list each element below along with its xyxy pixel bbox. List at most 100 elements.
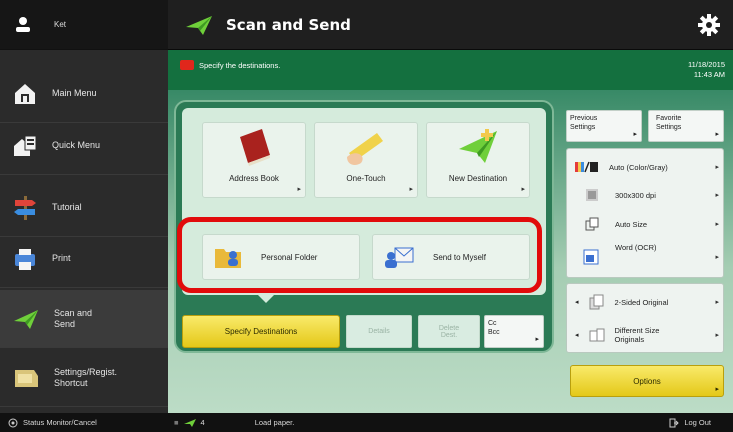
color-setting[interactable]: Auto (Color/Gray) ▸ [567, 153, 723, 181]
sidebar-item-label: Settings/Regist. Shortcut [54, 366, 118, 388]
scan-send-icon [183, 418, 197, 428]
cc-bcc-label: Cc Bcc [488, 320, 500, 336]
scan-settings-box: Auto (Color/Gray) ▸ 300x300 dpi ▸ Auto S… [566, 148, 724, 278]
job-count: 4 [200, 418, 205, 427]
details-label: Details [368, 328, 390, 335]
address-book-icon [232, 127, 276, 167]
status-monitor-label: Status Monitor/Cancel [23, 418, 97, 427]
date: 11/18/2015 [688, 60, 725, 69]
expand-arrow-icon: ▸ [715, 332, 719, 339]
size-label: Auto Size [615, 219, 648, 229]
sidebar-item-quick-menu[interactable]: Quick Menu [0, 117, 168, 175]
resolution-setting[interactable]: 300x300 dpi ▸ [567, 181, 723, 209]
sidebar-item-label: Tutorial [52, 202, 82, 212]
previous-settings-button[interactable]: Previous Settings ▸ [566, 110, 642, 142]
user-row[interactable]: Ket [0, 0, 168, 50]
new-destination-label: New Destination [448, 174, 508, 183]
sidebar: Ket Main Menu Quick Menu Tutorial Print [0, 0, 168, 413]
expand-arrow-icon: ▸ [633, 131, 637, 138]
expand-arrow-icon: ▸ [535, 336, 539, 343]
size-icon [585, 217, 599, 231]
user-name: Ket [54, 20, 67, 29]
log-out-button[interactable]: Log Out [669, 418, 711, 428]
instruction-message: Specify the destinations. [199, 60, 281, 70]
panel-pointer [258, 295, 274, 303]
status-bar: Status Monitor/Cancel ■ 4 Load paper. Lo… [0, 413, 733, 432]
app-header: Scan and Send [168, 0, 733, 50]
status-message: Load paper. [254, 418, 295, 427]
resolution-icon [585, 188, 599, 202]
job-indicator: ■ 4 [174, 418, 205, 428]
job-bullet-icon: ■ [174, 418, 179, 427]
log-out-label: Log Out [684, 418, 711, 427]
expand-arrow-icon: ▸ [715, 299, 719, 306]
home-icon [12, 81, 38, 107]
different-size-label: Different Size Originals [614, 326, 660, 344]
sidebar-item-main-menu[interactable]: Main Menu [0, 65, 168, 123]
size-setting[interactable]: Auto Size ▸ [567, 211, 723, 237]
signpost-icon [12, 194, 38, 222]
sidebar-item-label: Quick Menu [52, 140, 101, 150]
original-settings-box: ◂ 2-Sided Original ▸ ◂ Different Size Or… [566, 283, 724, 353]
highlight-frame [177, 217, 542, 293]
scan-send-icon [12, 307, 40, 331]
expand-arrow-icon: ▸ [715, 254, 719, 261]
one-touch-button[interactable]: One-Touch ▸ [314, 122, 418, 198]
color-label: Auto (Color/Gray) [609, 162, 668, 172]
delete-destination-button[interactable]: Delete Dest. [418, 315, 480, 348]
expand-arrow-icon: ▸ [715, 221, 719, 228]
new-destination-icon [455, 127, 501, 167]
specify-destinations-button[interactable]: Specify Destinations [182, 315, 340, 348]
details-button[interactable]: Details [346, 315, 412, 348]
sidebar-item-label: Scan and Send [54, 307, 93, 329]
gear-icon[interactable] [697, 13, 721, 37]
expand-arrow-icon: ▸ [715, 131, 719, 138]
favorite-settings-label: Favorite Settings [656, 115, 682, 131]
sidebar-item-scan-and-send[interactable]: Scan and Send [0, 290, 168, 348]
delete-destination-label: Delete Dest. [438, 324, 460, 339]
one-touch-label: One-Touch [346, 174, 386, 183]
page-title: Scan and Send [226, 15, 351, 34]
sidebar-item-label: Main Menu [52, 88, 97, 98]
quick-menu-icon [12, 134, 38, 158]
expand-arrow-icon: ▸ [715, 164, 719, 171]
cc-bcc-button[interactable]: Cc Bcc ▸ [484, 315, 544, 348]
file-format-setting[interactable]: Word (OCR) ▸ [567, 239, 723, 275]
two-sided-icon [589, 294, 605, 310]
settings-shortcut-icon [12, 366, 40, 390]
file-format-label: Word (OCR) [615, 243, 657, 252]
address-book-label: Address Book [229, 174, 279, 183]
sidebar-item-settings-shortcut[interactable]: Settings/Regist. Shortcut [0, 349, 168, 407]
date-time: 11/18/2015 11:43 AM [688, 60, 725, 80]
expand-left-icon: ◂ [575, 332, 579, 339]
options-button[interactable]: Options ▸ [570, 365, 724, 397]
expand-left-icon: ◂ [575, 299, 579, 306]
message-icon [180, 60, 194, 70]
different-size-setting[interactable]: ◂ Different Size Originals ▸ [567, 320, 723, 350]
print-icon [12, 246, 38, 272]
expand-arrow-icon: ▸ [715, 386, 719, 393]
sidebar-item-tutorial[interactable]: Tutorial [0, 179, 168, 237]
status-monitor-button[interactable]: Status Monitor/Cancel [0, 418, 168, 428]
user-icon [14, 16, 32, 34]
two-sided-setting[interactable]: ◂ 2-Sided Original ▸ [567, 288, 723, 316]
different-size-icon [589, 328, 605, 342]
one-touch-icon [343, 127, 389, 167]
device-screen: Ket Main Menu Quick Menu Tutorial Print [0, 0, 733, 432]
previous-settings-label: Previous Settings [570, 115, 598, 131]
expand-arrow-icon: ▸ [715, 192, 719, 199]
time: 11:43 AM [693, 70, 725, 79]
expand-arrow-icon: ▸ [521, 186, 525, 193]
color-mode-icon [575, 161, 599, 173]
new-destination-button[interactable]: New Destination ▸ [426, 122, 530, 198]
specify-destinations-label: Specify Destinations [224, 327, 298, 336]
resolution-label: 300x300 dpi [615, 190, 656, 200]
favorite-settings-button[interactable]: Favorite Settings ▸ [648, 110, 724, 142]
two-sided-label: 2-Sided Original [614, 297, 669, 307]
expand-arrow-icon: ▸ [297, 186, 301, 193]
status-monitor-icon [8, 418, 18, 428]
address-book-button[interactable]: Address Book ▸ [202, 122, 306, 198]
sidebar-item-print[interactable]: Print [0, 230, 168, 288]
file-format-icon [583, 249, 599, 265]
options-label: Options [633, 376, 661, 386]
